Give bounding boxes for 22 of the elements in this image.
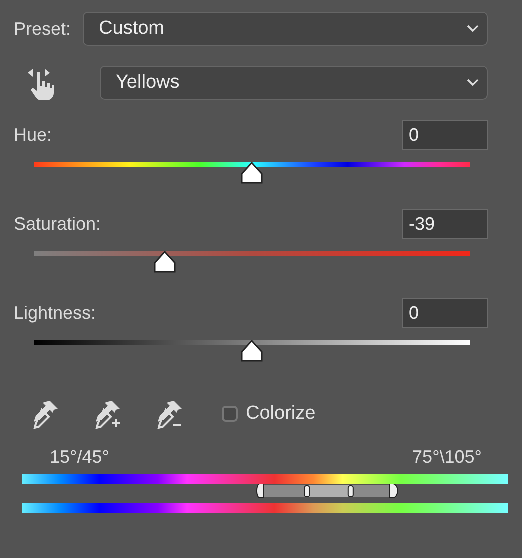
colorize-label: Colorize: [246, 403, 316, 425]
value-field[interactable]: -39: [402, 209, 488, 239]
value-field[interactable]: 0: [402, 298, 488, 328]
range-handle[interactable]: [348, 486, 354, 498]
slider-thumb[interactable]: [152, 251, 177, 273]
preset-dropdown[interactable]: Custom: [83, 12, 488, 46]
range-label: 15°/45°: [50, 447, 110, 468]
slider-label: Hue:: [14, 124, 52, 146]
value-field[interactable]: 0: [402, 120, 488, 150]
channel-dropdown[interactable]: Yellows: [100, 66, 488, 100]
slider-label: Saturation:: [14, 214, 102, 234]
colorize-checkbox[interactable]: [222, 406, 238, 422]
chevron-icon: [467, 25, 479, 33]
slider-label: Lightness:: [14, 302, 96, 324]
range-label: 75°\105°: [412, 447, 482, 468]
range-handle[interactable]: [390, 484, 398, 498]
range-handle[interactable]: [304, 486, 310, 498]
range-handle[interactable]: [256, 484, 264, 498]
preset-label: Preset:: [14, 18, 72, 40]
slider-thumb[interactable]: [240, 340, 264, 362]
chevron-icon: [467, 79, 479, 87]
slider-thumb[interactable]: [240, 162, 264, 184]
